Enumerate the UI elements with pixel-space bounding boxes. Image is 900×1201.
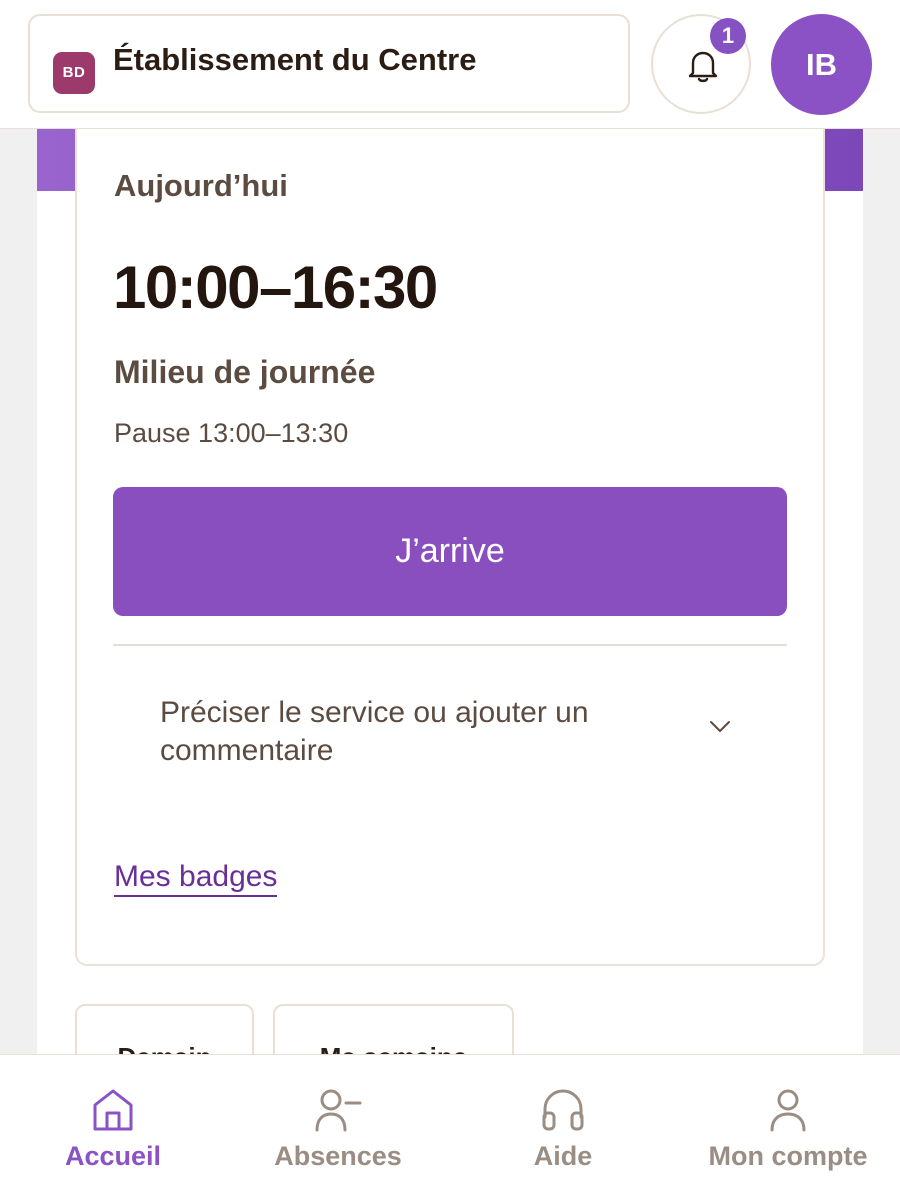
bell-icon <box>688 51 718 83</box>
shift-time-range: 10:00–16:30 <box>113 254 438 321</box>
establishment-name: Établissement du Centre <box>113 42 477 77</box>
nav-item-accueil[interactable]: Accueil <box>38 1055 188 1201</box>
today-label: Aujourd’hui <box>114 168 288 203</box>
user-avatar[interactable]: IB <box>771 14 872 115</box>
notification-count-badge: 1 <box>710 18 746 54</box>
top-header: BD Établissement du Centre 1 IB <box>0 0 900 129</box>
home-icon <box>93 1089 133 1131</box>
bottom-navigation: Accueil Absences Aide Mon compte <box>0 1054 900 1201</box>
establishment-selector[interactable]: BD Établissement du Centre <box>28 14 630 113</box>
establishment-logo: BD <box>53 52 95 94</box>
nav-item-aide[interactable]: Aide <box>503 1055 623 1201</box>
chevron-down-icon <box>710 721 730 732</box>
arrive-button[interactable]: J’arrive <box>113 487 787 616</box>
user-minus-icon <box>315 1089 362 1132</box>
nav-label-aide: Aide <box>533 1141 593 1171</box>
shift-name: Milieu de journée <box>114 354 376 390</box>
nav-label-accueil: Accueil <box>64 1141 162 1171</box>
service-comment-label: Préciser le service ou ajouter un commen… <box>160 696 589 767</box>
service-comment-expander[interactable]: Préciser le service ou ajouter un commen… <box>113 676 787 786</box>
divider <box>113 644 787 646</box>
headphones-icon <box>542 1089 584 1131</box>
nav-item-mon-compte[interactable]: Mon compte <box>693 1055 883 1201</box>
nav-label-absences: Absences <box>274 1141 402 1171</box>
nav-item-absences[interactable]: Absences <box>258 1055 418 1201</box>
pause-time: Pause 13:00–13:30 <box>114 418 349 448</box>
user-icon <box>770 1089 806 1132</box>
nav-label-mon-compte: Mon compte <box>708 1141 868 1171</box>
my-badges-link[interactable]: Mes badges <box>114 860 278 897</box>
